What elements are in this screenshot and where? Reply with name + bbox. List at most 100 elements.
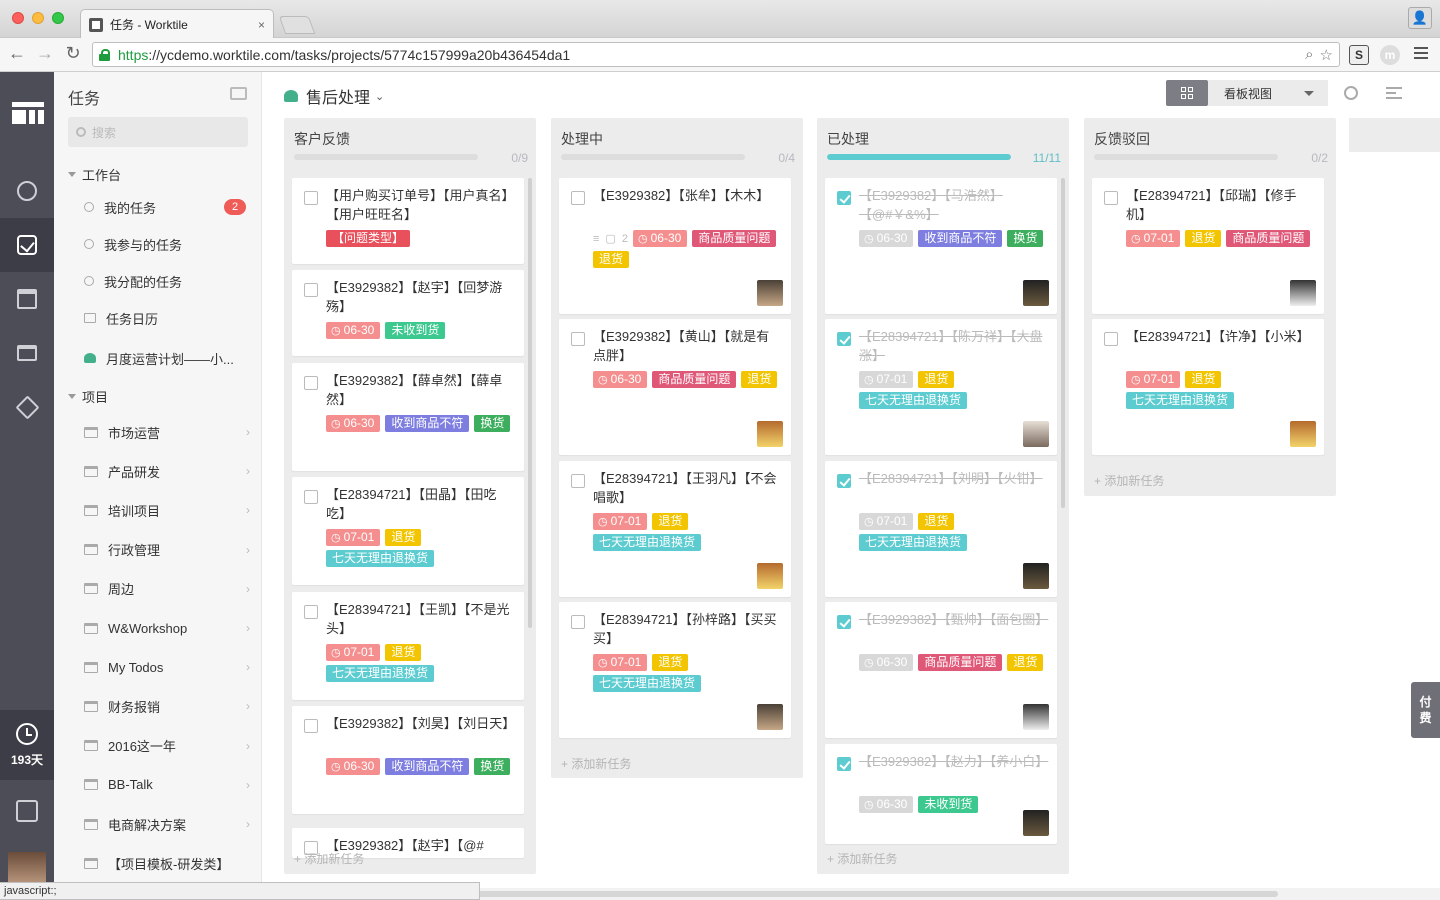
task-card[interactable]: 【E3929382】【张牟】【木木】 ≡ ▢ 2 06-30商品质量问题退货 [559, 178, 791, 314]
sidebar-item-task-calendar[interactable]: 任务日历 [84, 303, 254, 333]
assignee-avatar[interactable] [1290, 421, 1316, 447]
task-card[interactable]: 【E3929382】【赵力】【养小白】 06-30未收到货 [825, 744, 1057, 844]
browser-profile-icon[interactable]: 👤 [1408, 7, 1432, 29]
task-checkbox[interactable] [837, 332, 851, 346]
task-checkbox[interactable] [571, 615, 585, 629]
assignee-avatar[interactable] [757, 280, 783, 306]
sidebar-item-monthly-plan[interactable]: 月度运营计划——小... [84, 343, 254, 373]
tab-close-icon[interactable]: × [258, 18, 265, 32]
sidebar-item-assigned[interactable]: 我分配的任务 [84, 266, 254, 296]
sidebar-project-item[interactable]: My Todos › [84, 652, 254, 682]
task-card[interactable]: 【E28394721】【陈万祥】【大盘涨】 07-01退货七天无理由退换货 [825, 319, 1057, 455]
assignee-avatar[interactable] [757, 704, 783, 730]
extension-s-icon[interactable]: S [1349, 45, 1369, 65]
window-zoom-button[interactable] [52, 12, 64, 24]
task-checkbox[interactable] [837, 615, 851, 629]
task-checkbox[interactable] [304, 490, 318, 504]
sidebar-project-item[interactable]: 行政管理 › [84, 535, 254, 565]
rail-apps[interactable] [0, 380, 54, 434]
task-checkbox[interactable] [1104, 191, 1118, 205]
add-task-button[interactable]: + 添加新任务 [561, 755, 631, 772]
assignee-avatar[interactable] [1023, 563, 1049, 589]
task-card[interactable]: 【E3929382】【黄山】【就是有点胖】 06-30商品质量问题退货 [559, 319, 791, 455]
add-task-button[interactable]: + 添加新任务 [294, 850, 364, 867]
add-column-stub[interactable] [1349, 118, 1440, 152]
column-scrollbar[interactable] [1061, 178, 1065, 508]
window-minimize-button[interactable] [32, 12, 44, 24]
reload-button[interactable]: ↻ [62, 43, 84, 64]
projects-group[interactable]: 项目 [68, 387, 108, 406]
view-mode-select[interactable]: 看板视图 [1208, 80, 1328, 106]
task-checkbox[interactable] [837, 757, 851, 771]
task-card[interactable]: 【E28394721】【刘明】【火钳】 07-01退货七天无理由退换货 [825, 461, 1057, 597]
rail-tasks[interactable] [0, 218, 54, 272]
add-task-button[interactable]: + 添加新任务 [827, 850, 897, 867]
sidebar-item-participated[interactable]: 我参与的任务 [84, 229, 254, 259]
task-card[interactable]: 【E3929382】【马浩然】【@#￥&%】 06-30收到商品不符换货 [825, 178, 1057, 314]
sidebar-project-item[interactable]: 财务报销 › [84, 691, 254, 721]
task-checkbox[interactable] [571, 474, 585, 488]
zoom-search-icon[interactable]: ⌕ [1305, 46, 1313, 64]
forward-button[interactable]: → [34, 43, 56, 64]
worktile-logo-icon[interactable] [12, 102, 44, 124]
assignee-avatar[interactable] [757, 421, 783, 447]
contacts-icon[interactable] [16, 800, 38, 822]
task-checkbox[interactable] [571, 332, 585, 346]
sidebar-project-item[interactable]: 周边 › [84, 574, 254, 604]
sidebar-project-item[interactable]: 【项目模板-研发类】 [84, 848, 254, 878]
workbench-group[interactable]: 工作台 [68, 165, 121, 184]
task-card[interactable]: 【E28394721】【邱瑞】【修手机】 07-01退货商品质量问题 [1092, 178, 1324, 314]
assignee-avatar[interactable] [1023, 704, 1049, 730]
browser-tab-active[interactable]: 任务 - Worktile × [80, 9, 274, 39]
rail-calendar[interactable] [0, 272, 54, 326]
sidebar-item-my-tasks[interactable]: 我的任务 2 [84, 192, 254, 222]
bookmark-star-icon[interactable]: ☆ [1320, 46, 1333, 64]
sidebar-project-item[interactable]: W&Workshop › [84, 613, 254, 643]
assignee-avatar[interactable] [1290, 280, 1316, 306]
task-card[interactable]: 【E3929382】【甄帅】【面包圈】 06-30商品质量问题退货 [825, 602, 1057, 738]
add-task-button[interactable]: + 添加新任务 [1094, 472, 1164, 489]
inbox-icon[interactable] [230, 87, 247, 100]
rail-messages[interactable] [0, 164, 54, 218]
back-button[interactable]: ← [6, 43, 28, 64]
extension-m-icon[interactable]: m [1380, 45, 1400, 65]
task-checkbox[interactable] [304, 719, 318, 733]
task-checkbox[interactable] [304, 191, 318, 205]
column-scrollbar[interactable] [528, 178, 532, 628]
task-card[interactable]: 【E28394721】【王凯】【不是光头】 07-01退货七天无理由退换货 [292, 592, 524, 700]
sidebar-project-item[interactable]: 2016这一年 › [84, 731, 254, 761]
new-tab-button[interactable] [278, 16, 316, 34]
task-checkbox[interactable] [571, 191, 585, 205]
task-card[interactable]: 【E28394721】【许净】【小米】 07-01退货七天无理由退换货 [1092, 319, 1324, 455]
task-card[interactable]: 【E3929382】【薛卓然】【薛卓然】 06-30收到商品不符换货 [292, 363, 524, 471]
window-close-button[interactable] [12, 12, 24, 24]
pay-side-tab[interactable]: 付 费 [1411, 682, 1440, 738]
task-card[interactable]: 【E28394721】【孙梓路】【买买买】 07-01退货七天无理由退换货 [559, 602, 791, 738]
assignee-avatar[interactable] [1023, 810, 1049, 836]
sidebar-project-item[interactable]: 培训项目 › [84, 495, 254, 525]
task-card[interactable]: 【E3929382】【赵宇】【回梦游殇】 06-30未收到货 [292, 270, 524, 356]
task-checkbox[interactable] [304, 283, 318, 297]
assignee-avatar[interactable] [1023, 421, 1049, 447]
sidebar-project-item[interactable]: 市场运营 › [84, 417, 254, 447]
sidebar-project-item[interactable]: BB-Talk › [84, 770, 254, 800]
task-card[interactable]: 【E28394721】【王羽凡】【不会唱歌】 07-01退货七天无理由退换货 [559, 461, 791, 597]
project-selector[interactable]: 售后处理 ⌄ [284, 84, 384, 108]
task-checkbox[interactable] [304, 376, 318, 390]
task-checkbox[interactable] [1104, 332, 1118, 346]
members-icon[interactable] [1344, 86, 1358, 100]
grid-view-button[interactable] [1166, 80, 1208, 106]
browser-menu-icon[interactable] [1414, 47, 1428, 61]
task-checkbox[interactable] [837, 191, 851, 205]
task-card[interactable]: 【E28394721】【田晶】【田吃吃】 07-01退货七天无理由退换货 [292, 477, 524, 585]
task-checkbox[interactable] [304, 605, 318, 619]
address-bar[interactable]: https://ycdemo.worktile.com/tasks/projec… [92, 42, 1340, 67]
task-card[interactable]: 【E3929382】【刘昊】【刘日天】 06-30收到商品不符换货 [292, 706, 524, 814]
task-card[interactable]: 【用户购买订单号】【用户真名】【用户旺旺名】 【问题类型】 [292, 178, 524, 264]
search-input[interactable]: 搜索 [68, 117, 248, 147]
rail-files[interactable] [0, 326, 54, 380]
assignee-avatar[interactable] [1023, 280, 1049, 306]
filter-icon[interactable] [1386, 87, 1402, 99]
sidebar-project-item[interactable]: 电商解决方案 › [84, 809, 254, 839]
assignee-avatar[interactable] [757, 563, 783, 589]
